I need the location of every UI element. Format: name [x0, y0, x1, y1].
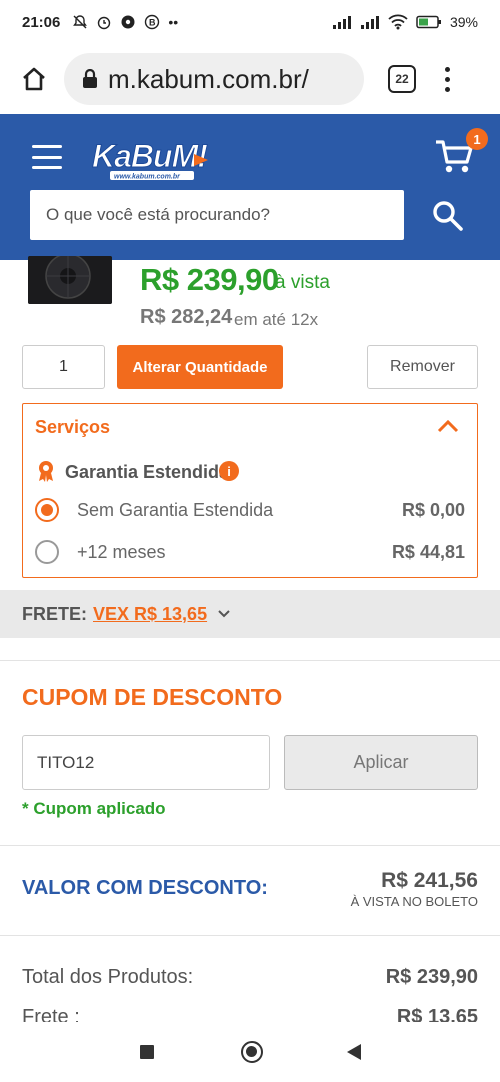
- coupon-applied-message: * Cupom aplicado: [22, 799, 166, 818]
- url-text: m.kabum.com.br/: [108, 63, 309, 94]
- search-icon[interactable]: [430, 198, 466, 234]
- signal-icon: [360, 16, 379, 29]
- quantity-input[interactable]: [22, 345, 105, 389]
- search-box: [30, 190, 404, 240]
- wifi-icon: [388, 14, 408, 30]
- address-bar[interactable]: m.kabum.com.br/: [64, 53, 364, 105]
- tab-switcher-button[interactable]: 22: [388, 65, 416, 93]
- home-button[interactable]: [16, 61, 52, 97]
- home-circle-icon[interactable]: [241, 1041, 263, 1063]
- site-header: KaBuM! www.kabum.com.br: [0, 114, 500, 260]
- home-icon: [23, 67, 45, 91]
- apply-coupon-button[interactable]: Aplicar: [284, 735, 478, 790]
- product-price: R$ 239,90: [140, 262, 279, 297]
- hamburger-menu-icon[interactable]: [32, 145, 62, 169]
- status-system-icons: 39%: [332, 14, 478, 30]
- logo-subtext: www.kabum.com.br: [114, 174, 181, 181]
- discount-total-label: VALOR COM DESCONTO:: [22, 877, 268, 899]
- shipping-value-link[interactable]: VEX R$ 13,65: [93, 604, 207, 625]
- discount-total-note: À VISTA NO BOLETO: [350, 894, 478, 909]
- radio-selected[interactable]: [35, 498, 59, 522]
- search-input[interactable]: [46, 205, 388, 225]
- signal-icon: [332, 16, 351, 29]
- soccer-ball-icon: [121, 15, 135, 29]
- android-nav-bar: [0, 1022, 500, 1082]
- mute-bell-icon: [73, 15, 88, 29]
- battery-icon: [416, 15, 441, 29]
- status-time: 21:06: [22, 13, 61, 31]
- divider: [0, 935, 500, 936]
- coupon-code-input[interactable]: [22, 735, 270, 790]
- more-notifications-icon: ••: [168, 14, 179, 30]
- menu-dot: [444, 66, 450, 72]
- option-price: R$ 44,81: [391, 541, 465, 562]
- price-suffix: à vista: [275, 272, 330, 293]
- divider: [0, 660, 500, 661]
- services-panel: Serviços Garantia Estendida i Sem Garant…: [22, 403, 478, 578]
- products-total-label: Total dos Produtos:: [22, 966, 194, 988]
- cart-count-badge: 1: [466, 128, 488, 150]
- option-label: +12 meses: [77, 541, 166, 562]
- menu-dot: [444, 86, 450, 92]
- option-label: Sem Garantia Estendida: [77, 499, 274, 520]
- recents-icon[interactable]: [140, 1045, 154, 1059]
- chevron-down-icon[interactable]: [217, 609, 231, 619]
- ribbon-award-icon: [39, 461, 53, 482]
- product-image[interactable]: [28, 256, 112, 304]
- warranty-label: Garantia Estendida: [65, 462, 230, 482]
- warranty-option-none[interactable]: Sem Garantia Estendida R$ 0,00: [35, 495, 465, 525]
- lock-icon: [83, 69, 97, 88]
- back-icon[interactable]: [346, 1043, 362, 1061]
- products-total-value: R$ 239,90: [385, 966, 478, 988]
- kabum-logo[interactable]: KaBuM! www.kabum.com.br: [90, 134, 214, 182]
- installment-suffix: em até 12x: [234, 310, 319, 329]
- info-icon[interactable]: i: [219, 461, 239, 481]
- chevron-up-icon[interactable]: [437, 418, 459, 434]
- alarm-icon: [98, 16, 111, 30]
- browser-toolbar: m.kabum.com.br/ 22: [0, 44, 500, 114]
- menu-dot: [444, 76, 450, 82]
- battery-percent: 39%: [449, 14, 478, 30]
- radio-unselected[interactable]: [35, 540, 59, 564]
- installment-price: R$ 282,24: [140, 306, 233, 328]
- services-title: Serviços: [35, 417, 111, 437]
- remove-button[interactable]: Remover: [367, 345, 478, 389]
- change-quantity-button[interactable]: Alterar Quantidade: [117, 345, 283, 389]
- status-bar: 21:06 B •• 39%: [0, 0, 500, 44]
- option-price: R$ 0,00: [401, 499, 465, 520]
- coupon-title: CUPOM DE DESCONTO: [22, 684, 283, 710]
- logo-text: KaBuM!: [92, 138, 208, 174]
- svg-text:B: B: [149, 18, 156, 28]
- warranty-option-12-months[interactable]: +12 meses R$ 44,81: [35, 537, 465, 567]
- b-circle-icon: B: [145, 14, 160, 30]
- shipping-bar[interactable]: FRETE: VEX R$ 13,65: [0, 590, 500, 638]
- status-notification-icons: B ••: [72, 14, 178, 30]
- discount-total-value: R$ 241,56: [381, 869, 478, 892]
- shipping-label: FRETE:: [22, 603, 87, 624]
- divider: [0, 845, 500, 846]
- browser-menu-button[interactable]: [442, 66, 452, 92]
